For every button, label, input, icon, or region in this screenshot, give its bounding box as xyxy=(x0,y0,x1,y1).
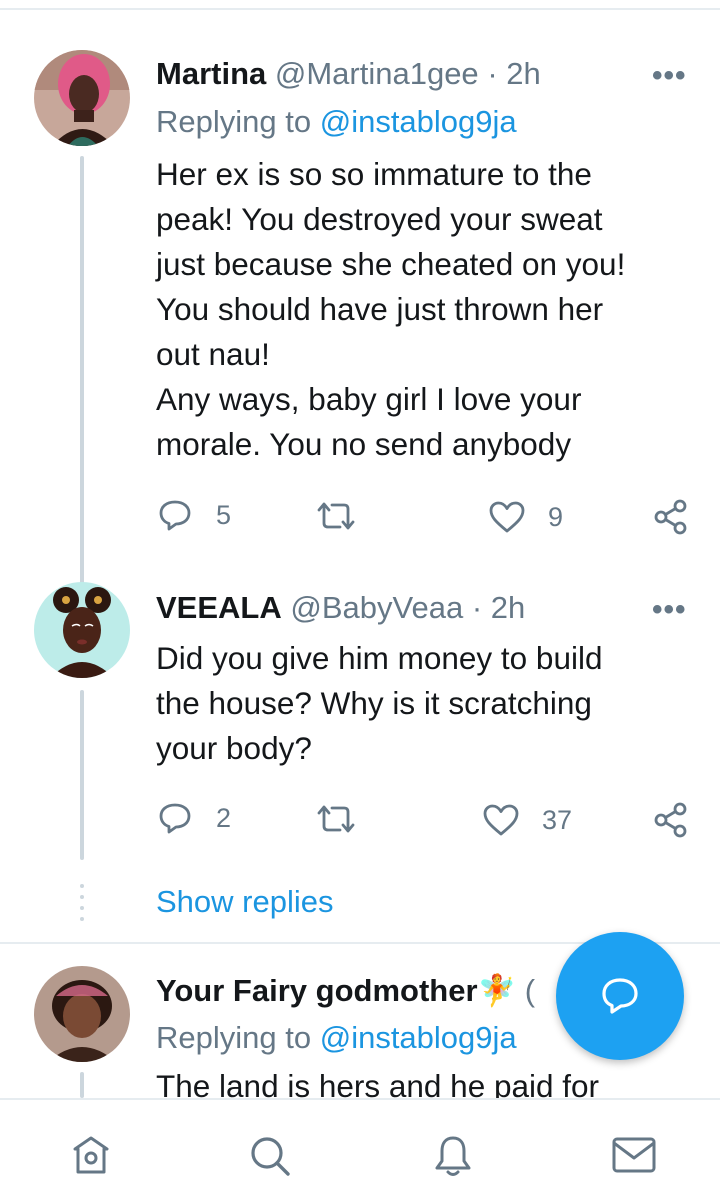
thread-dots xyxy=(80,884,84,928)
author-name[interactable]: Your Fairy godmother xyxy=(156,973,478,1008)
reply-button[interactable] xyxy=(158,801,192,840)
replying-to: Replying to @instablog9ja xyxy=(156,1020,517,1056)
tweet-header: Your Fairy godmother🧚 ( xyxy=(156,972,535,1009)
author-handle[interactable]: @Martina1gee xyxy=(275,56,479,91)
author-name[interactable]: Martina xyxy=(156,56,266,91)
retweet-icon xyxy=(317,502,355,530)
messages-icon xyxy=(612,1137,656,1173)
reply-button[interactable] xyxy=(158,498,192,537)
compose-reply-icon xyxy=(602,978,638,1014)
search-icon xyxy=(251,1137,290,1176)
nav-messages[interactable] xyxy=(610,1134,658,1181)
avatar[interactable] xyxy=(34,50,130,146)
thread-line xyxy=(80,690,84,860)
retweet-icon xyxy=(317,805,355,833)
more-options-icon[interactable]: ••• xyxy=(652,595,687,625)
tweet-header: VEEALA @BabyVeaa · 2h xyxy=(156,590,525,626)
tweet-text-line: peak! You destroyed your sweat xyxy=(156,201,603,237)
more-options-icon[interactable]: ••• xyxy=(652,61,687,91)
reply-icon xyxy=(159,500,191,531)
author-handle[interactable]: ( xyxy=(525,973,535,1008)
timestamp: · 2h xyxy=(487,56,541,91)
nav-home[interactable] xyxy=(70,1134,112,1181)
replying-to-prefix: Replying to xyxy=(156,1020,320,1055)
tweet-text-line: the house? Why is it scratching xyxy=(156,685,592,721)
heart-icon xyxy=(483,804,519,836)
like-button[interactable] xyxy=(488,500,526,539)
tweet-text-line: Did you give him money to build xyxy=(156,640,603,676)
replying-to-prefix: Replying to xyxy=(156,104,320,139)
reply-icon xyxy=(159,803,191,834)
like-count: 9 xyxy=(548,502,564,532)
tweet-text-line: morale. You no send anybody xyxy=(156,426,572,462)
share-button[interactable] xyxy=(652,801,690,844)
reply-count: 5 xyxy=(216,500,232,530)
tweet-text-line: your body? xyxy=(156,730,312,766)
tweet-text-line: just because she cheated on you! xyxy=(156,246,626,282)
notifications-icon xyxy=(435,1136,471,1176)
thread-line xyxy=(80,1072,84,1098)
tweet-text-line: out nau! xyxy=(156,336,270,372)
reply-count: 2 xyxy=(216,803,232,833)
thread-line xyxy=(80,156,84,586)
nav-search[interactable] xyxy=(248,1134,292,1183)
heart-icon xyxy=(489,501,525,533)
retweet-button[interactable] xyxy=(314,500,358,537)
avatar[interactable] xyxy=(34,966,130,1062)
tweet-text-line: Any ways, baby girl I love your xyxy=(156,381,582,417)
replying-to: Replying to @instablog9ja xyxy=(156,104,517,140)
share-icon xyxy=(654,802,687,838)
share-icon xyxy=(654,499,687,535)
replying-to-handle[interactable]: @instablog9ja xyxy=(320,1020,517,1055)
top-divider xyxy=(0,8,720,10)
share-button[interactable] xyxy=(652,498,690,541)
author-handle[interactable]: @BabyVeaa xyxy=(290,590,463,625)
retweet-button[interactable] xyxy=(314,803,358,840)
like-button[interactable] xyxy=(482,803,520,842)
fairy-emoji-icon: 🧚 xyxy=(477,973,517,1008)
like-count: 37 xyxy=(542,805,573,835)
tweet-text-line: Her ex is so so immature to the xyxy=(156,156,592,192)
nav-notifications[interactable] xyxy=(432,1134,474,1183)
replying-to-handle[interactable]: @instablog9ja xyxy=(320,104,517,139)
tweet-text-line: You should have just thrown her xyxy=(156,291,604,327)
compose-reply-button[interactable] xyxy=(556,932,684,1060)
bottom-navigation xyxy=(0,1098,720,1200)
show-replies-link[interactable]: Show replies xyxy=(156,884,333,920)
home-icon xyxy=(73,1136,109,1174)
tweet-header: Martina @Martina1gee · 2h xyxy=(156,56,541,92)
avatar[interactable] xyxy=(34,582,130,678)
author-name[interactable]: VEEALA xyxy=(156,590,282,625)
timestamp: · 2h xyxy=(471,590,526,625)
